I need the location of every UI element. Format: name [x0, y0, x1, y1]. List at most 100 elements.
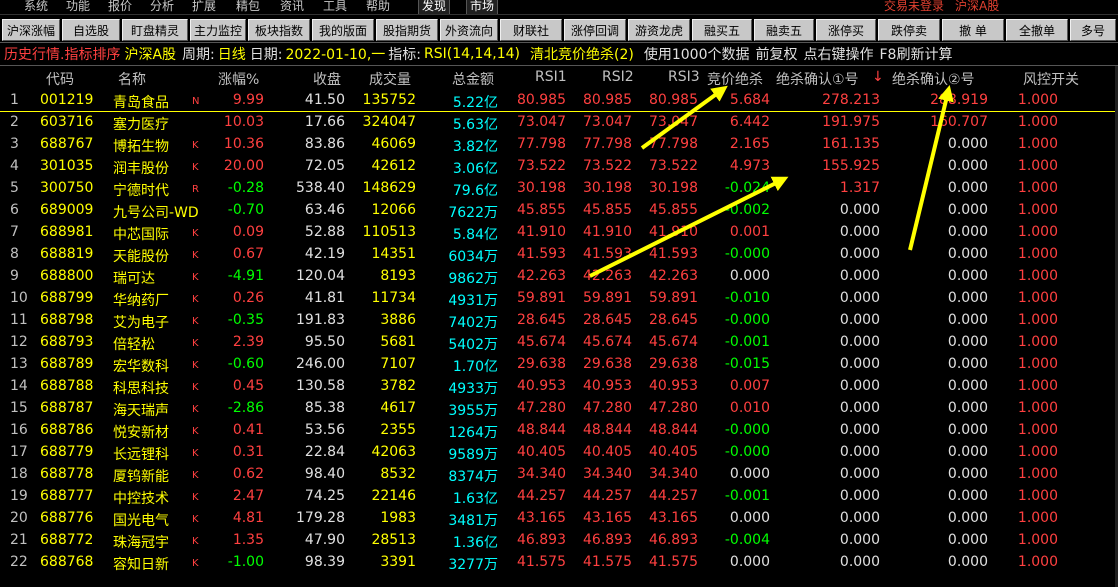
amount: 9862万 [448, 271, 498, 287]
table-row[interactable]: 15 688787 海天瑞声 K -2.86 85.38 4617 3955万 47.280 47… [0, 398, 1118, 420]
menu-package[interactable]: 精包 [236, 0, 260, 14]
menu-system[interactable]: 系统 [24, 0, 48, 14]
stock-name: 长远锂科 [113, 447, 169, 463]
rsi2-value: 41.593 [583, 246, 632, 262]
col-confirm2[interactable]: 绝杀确认②号 [892, 69, 975, 89]
table-row[interactable]: 19 688777 中控技术 K 2.47 74.25 22146 1.63亿 44.257 44… [0, 486, 1118, 508]
menu-discover[interactable]: 发现 [418, 0, 451, 14]
table-row[interactable]: 1 001219 青岛食品 N 9.99 41.50 135752 5.22亿 80.985 80… [0, 90, 1118, 112]
volume: 46069 [371, 136, 416, 152]
col-amount[interactable]: 总金额 [452, 69, 494, 89]
menu-market[interactable]: 市场 [466, 0, 499, 14]
table-row[interactable]: 8 688819 天能股份 K 0.67 42.19 14351 6034万 41.593 41.… [0, 244, 1118, 266]
btn-index-futures[interactable]: 股指期货 [376, 19, 438, 41]
stock-name: 天能股份 [113, 249, 169, 265]
row-index: 14 [10, 378, 28, 394]
menu-help[interactable]: 帮助 [366, 0, 390, 14]
stock-flag: K [192, 140, 199, 151]
btn-limitup-pullback[interactable]: 涨停回调 [564, 19, 626, 41]
date-value[interactable]: 2022-01-10,一 [285, 44, 385, 64]
table-row[interactable]: 5 300750 宁德时代 R -0.28 538.40 148629 79.6亿 30.198… [0, 178, 1118, 200]
btn-foreign-flow[interactable]: 外资流向 [440, 19, 498, 41]
table-row[interactable]: 11 688798 艾为电子 K -0.35 191.83 3886 7402万 28.645 2… [0, 310, 1118, 332]
formula-name[interactable]: 清北竞价绝杀(2) [530, 44, 634, 64]
close-price: 41.50 [304, 92, 345, 108]
market-name[interactable]: 沪深A股 [124, 44, 176, 64]
btn-watch-sprite[interactable]: 盯盘精灵 [122, 19, 188, 41]
menu-news[interactable]: 资讯 [280, 0, 304, 14]
btn-multi-account[interactable]: 多号 [1070, 19, 1116, 41]
btn-margin-sell5[interactable]: 融卖五 [754, 19, 814, 41]
menu-bar: 系统 功能 报价 分析 扩展 精包 资讯 工具 帮助 发现 市场 交易未登录 沪… [0, 0, 1118, 14]
stock-name: 华纳药厂 [113, 293, 169, 309]
table-row[interactable]: 3 688767 博拓生物 K 10.36 83.86 46069 3.82亿 77.798 77… [0, 134, 1118, 156]
btn-hot-money[interactable]: 游资龙虎 [628, 19, 690, 41]
table-row[interactable]: 6 689009 九号公司-WD -0.70 63.46 12066 7622万 45.855… [0, 200, 1118, 222]
btn-hs-change[interactable]: 沪深涨幅 [2, 19, 60, 41]
btn-sector-index[interactable]: 板块指数 [248, 19, 310, 41]
stock-flag: K [192, 514, 199, 525]
btn-watchlist[interactable]: 自选股 [62, 19, 120, 41]
table-row[interactable]: 7 688981 中芯国际 K 0.09 52.88 110513 5.84亿 41.910 41… [0, 222, 1118, 244]
confirm2-value: 0.000 [947, 312, 988, 328]
table-row[interactable]: 9 688800 瑞可达 K -4.91 120.04 8193 9862万 42.263 42.… [0, 266, 1118, 288]
table-row[interactable]: 21 688772 珠海冠宇 K 1.35 47.90 28513 1.36亿 46.893 46… [0, 530, 1118, 552]
table-row[interactable]: 10 688799 华纳药厂 K 0.26 41.81 11734 4931万 59.891 59… [0, 288, 1118, 310]
btn-my-layout[interactable]: 我的版面 [312, 19, 374, 41]
btn-cancel-all[interactable]: 全撤单 [1006, 19, 1068, 41]
col-volume[interactable]: 成交量 [369, 69, 411, 89]
btn-limitdown-sell[interactable]: 跌停卖 [878, 19, 940, 41]
change-pct: -4.91 [227, 268, 264, 284]
table-row[interactable]: 2 603716 塞力医疗 10.03 17.66 324047 5.63亿 73.047 73… [0, 112, 1118, 134]
table-row[interactable]: 17 688779 长远锂科 K 0.31 22.84 42063 9589万 40.405 40… [0, 442, 1118, 464]
table-row[interactable]: 13 688789 宏华数科 K -0.60 246.00 7107 1.70亿 29.638 2… [0, 354, 1118, 376]
login-status[interactable]: 交易未登录 [884, 0, 944, 14]
menu-tools[interactable]: 工具 [323, 0, 347, 14]
menu-function[interactable]: 功能 [66, 0, 90, 14]
table-row[interactable]: 4 301035 润丰股份 K 20.00 72.05 42612 3.06亿 73.522 73… [0, 156, 1118, 178]
stock-name: 中芯国际 [113, 227, 169, 243]
table-row[interactable]: 18 688778 厦钨新能 K 0.62 98.40 8532 8374万 34.340 34.… [0, 464, 1118, 486]
table-row[interactable]: 22 688768 容知日新 K -1.00 98.39 3391 3277万 41.575 41… [0, 552, 1118, 574]
jingjia-value: 0.001 [729, 224, 770, 240]
table-row[interactable]: 20 688776 国光电气 K 4.81 179.28 1983 3481万 43.165 43… [0, 508, 1118, 530]
btn-margin-buy5[interactable]: 融买五 [692, 19, 752, 41]
col-rsi3[interactable]: RSI3 [668, 69, 700, 85]
menu-analysis[interactable]: 分析 [150, 0, 174, 14]
col-close[interactable]: 收盘 [313, 69, 341, 89]
btn-limitup-buy[interactable]: 涨停买 [816, 19, 876, 41]
btn-cls[interactable]: 财联社 [500, 19, 562, 41]
col-code[interactable]: 代码 [46, 69, 74, 89]
menu-extend[interactable]: 扩展 [192, 0, 216, 14]
change-pct: -0.35 [227, 312, 264, 328]
rsi3-value: 40.953 [649, 378, 698, 394]
table-row[interactable]: 14 688788 科思科技 K 0.45 130.58 3782 4933万 40.953 40… [0, 376, 1118, 398]
indicator-value[interactable]: RSI(14,14,14) [424, 46, 520, 62]
stock-name: 厦钨新能 [113, 469, 169, 485]
rsi2-value: 40.405 [583, 444, 632, 460]
jingjia-value: -0.000 [724, 312, 770, 328]
col-risk-switch[interactable]: 风控开关 [1023, 69, 1079, 89]
table-row[interactable]: 16 688786 悦安新材 K 0.41 53.56 2355 1264万 48.844 48.… [0, 420, 1118, 442]
rsi1-value: 80.985 [517, 92, 566, 108]
col-jingjia[interactable]: 竞价绝杀 [707, 69, 763, 89]
col-confirm1[interactable]: 绝杀确认①号 [776, 69, 859, 89]
table-row[interactable]: 12 688793 倍轻松 K 2.39 95.50 5681 5402万 45.674 45.6… [0, 332, 1118, 354]
col-rsi1[interactable]: RSI1 [535, 69, 567, 85]
stock-code: 688793 [40, 334, 94, 350]
close-price: 98.40 [304, 466, 345, 482]
close-price: 95.50 [304, 334, 345, 350]
period-value[interactable]: 日线 [218, 44, 246, 64]
date-label: 日期: [249, 47, 283, 63]
col-rsi2[interactable]: RSI2 [602, 69, 634, 85]
row-index: 2 [10, 114, 19, 130]
confirm1-value: 278.213 [822, 92, 880, 108]
adjust-mode[interactable]: 前复权 [756, 44, 798, 64]
menu-quote[interactable]: 报价 [108, 0, 132, 14]
btn-cancel-order[interactable]: 撤 单 [942, 19, 1004, 41]
col-change[interactable]: 涨幅% [218, 69, 259, 89]
amount: 5402万 [448, 337, 498, 353]
confirm2-value: 0.000 [947, 510, 988, 526]
col-name[interactable]: 名称 [118, 69, 146, 89]
btn-main-monitor[interactable]: 主力监控 [190, 19, 246, 41]
